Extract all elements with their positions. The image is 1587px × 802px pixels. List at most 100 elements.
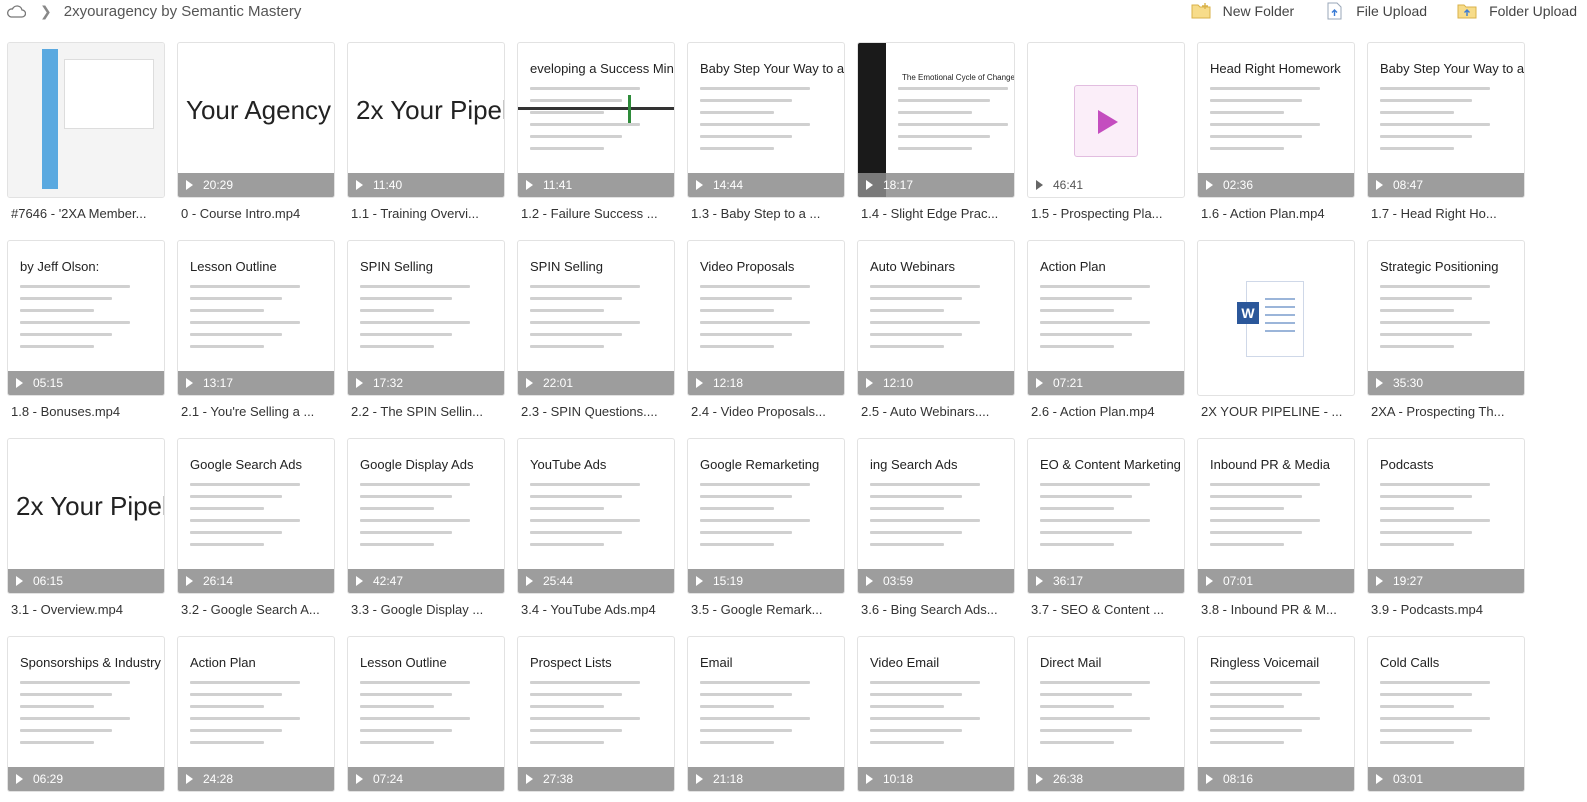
file-name[interactable]: 2.5 - Auto Webinars.... bbox=[861, 404, 1013, 419]
file-tile[interactable]: Email 21:18 bbox=[687, 636, 845, 802]
file-name[interactable]: 1.8 - Bonuses.mp4 bbox=[11, 404, 163, 419]
file-name[interactable]: 0 - Course Intro.mp4 bbox=[181, 206, 333, 221]
file-name[interactable]: #7646 - '2XA Member... bbox=[11, 206, 163, 221]
file-name[interactable]: 3.3 - Google Display ... bbox=[351, 602, 503, 617]
file-name[interactable]: 3.1 - Overview.mp4 bbox=[11, 602, 163, 617]
file-thumbnail[interactable]: Sponsorships & Industry P 06:29 bbox=[7, 636, 165, 792]
file-name[interactable]: 2.2 - The SPIN Sellin... bbox=[351, 404, 503, 419]
file-tile[interactable]: Action Plan 24:28 bbox=[177, 636, 335, 802]
file-thumbnail[interactable]: Google Search Ads 26:14 bbox=[177, 438, 335, 594]
file-tile[interactable]: Baby Step Your Way to a Quantu 14:44 1.3 -… bbox=[687, 42, 845, 228]
file-tile[interactable]: Cold Calls 03:01 bbox=[1367, 636, 1525, 802]
file-name[interactable]: 2.6 - Action Plan.mp4 bbox=[1031, 404, 1183, 419]
file-tile[interactable]: Google Search Ads 26:14 3.2 - Google Searc… bbox=[177, 438, 335, 624]
file-tile[interactable]: SPIN Selling 17:32 2.2 - The SPIN Sellin..… bbox=[347, 240, 505, 426]
file-thumbnail[interactable]: Video Email 10:18 bbox=[857, 636, 1015, 792]
file-name[interactable]: 2XA - Prospecting Th... bbox=[1371, 404, 1523, 419]
file-thumbnail[interactable]: EO & Content Marketing 36:17 bbox=[1027, 438, 1185, 594]
file-thumbnail[interactable]: Auto Webinars 12:10 bbox=[857, 240, 1015, 396]
file-thumbnail[interactable]: Google Remarketing 15:19 bbox=[687, 438, 845, 594]
file-tile[interactable]: #7646 - '2XA Member... bbox=[7, 42, 165, 228]
file-tile[interactable]: Prospect Lists 27:38 bbox=[517, 636, 675, 802]
file-tile[interactable]: SPIN Selling 22:01 2.3 - SPIN Questions...… bbox=[517, 240, 675, 426]
file-thumbnail[interactable] bbox=[7, 42, 165, 198]
file-name[interactable]: 2.3 - SPIN Questions.... bbox=[521, 404, 673, 419]
file-tile[interactable]: Video Email 10:18 bbox=[857, 636, 1015, 802]
file-thumbnail[interactable]: 46:41 bbox=[1027, 42, 1185, 198]
file-thumbnail[interactable]: YouTube Ads 25:44 bbox=[517, 438, 675, 594]
file-thumbnail[interactable]: by Jeff Olson: 05:15 bbox=[7, 240, 165, 396]
file-name[interactable]: 1.6 - Action Plan.mp4 bbox=[1201, 206, 1353, 221]
file-tile[interactable]: The Emotional Cycle of Change 18:17 1.4 - … bbox=[857, 42, 1015, 228]
file-thumbnail[interactable]: Direct Mail 26:38 bbox=[1027, 636, 1185, 792]
file-tile[interactable]: 2x Your Pipeline 06:15 3.1 - Overview.mp4 bbox=[7, 438, 165, 624]
file-tile[interactable]: Your Agency 20:29 0 - Course Intro.mp4 bbox=[177, 42, 335, 228]
file-tile[interactable]: Strategic Positioning 35:30 2XA - Prospect… bbox=[1367, 240, 1525, 426]
file-tile[interactable]: Ringless Voicemail 08:16 bbox=[1197, 636, 1355, 802]
file-tile[interactable]: Video Proposals 12:18 2.4 - Video Proposal… bbox=[687, 240, 845, 426]
file-tile[interactable]: Direct Mail 26:38 bbox=[1027, 636, 1185, 802]
file-thumbnail[interactable]: Video Proposals 12:18 bbox=[687, 240, 845, 396]
file-name[interactable]: 3.2 - Google Search A... bbox=[181, 602, 333, 617]
file-tile[interactable]: YouTube Ads 25:44 3.4 - YouTube Ads.mp4 bbox=[517, 438, 675, 624]
file-tile[interactable]: Action Plan 07:21 2.6 - Action Plan.mp4 bbox=[1027, 240, 1185, 426]
file-thumbnail[interactable]: W bbox=[1197, 240, 1355, 396]
file-thumbnail[interactable]: Inbound PR & Media 07:01 bbox=[1197, 438, 1355, 594]
file-thumbnail[interactable]: Action Plan 24:28 bbox=[177, 636, 335, 792]
file-name[interactable]: 1.4 - Slight Edge Prac... bbox=[861, 206, 1013, 221]
folder-upload-button[interactable]: Folder Upload bbox=[1457, 2, 1577, 20]
file-tile[interactable]: by Jeff Olson: 05:15 1.8 - Bonuses.mp4 bbox=[7, 240, 165, 426]
file-thumbnail[interactable]: SPIN Selling 22:01 bbox=[517, 240, 675, 396]
file-name[interactable]: 2.1 - You're Selling a ... bbox=[181, 404, 333, 419]
file-thumbnail[interactable]: eveloping a Success Mindset 11:41 bbox=[517, 42, 675, 198]
file-name[interactable]: 3.9 - Podcasts.mp4 bbox=[1371, 602, 1523, 617]
file-name[interactable]: 1.3 - Baby Step to a ... bbox=[691, 206, 843, 221]
file-name[interactable]: 1.7 - Head Right Ho... bbox=[1371, 206, 1523, 221]
breadcrumb-current-folder[interactable]: 2xyouragency by Semantic Mastery bbox=[64, 3, 302, 20]
file-tile[interactable]: Head Right Homework 02:36 1.6 - Action Pla… bbox=[1197, 42, 1355, 228]
file-thumbnail[interactable]: Lesson Outline 13:17 bbox=[177, 240, 335, 396]
file-tile[interactable]: Google Display Ads 42:47 3.3 - Google Disp… bbox=[347, 438, 505, 624]
file-thumbnail[interactable]: Action Plan 07:21 bbox=[1027, 240, 1185, 396]
file-thumbnail[interactable]: 2x Your Pipeline 06:15 bbox=[7, 438, 165, 594]
file-tile[interactable]: W 2X YOUR PIPELINE - ... bbox=[1197, 240, 1355, 426]
file-name[interactable]: 1.5 - Prospecting Pla... bbox=[1031, 206, 1183, 221]
file-tile[interactable]: EO & Content Marketing 36:17 3.7 - SEO & C… bbox=[1027, 438, 1185, 624]
file-thumbnail[interactable]: Head Right Homework 02:36 bbox=[1197, 42, 1355, 198]
file-thumbnail[interactable]: Ringless Voicemail 08:16 bbox=[1197, 636, 1355, 792]
file-thumbnail[interactable]: Lesson Outline 07:24 bbox=[347, 636, 505, 792]
file-thumbnail[interactable]: Podcasts 19:27 bbox=[1367, 438, 1525, 594]
file-upload-button[interactable]: File Upload bbox=[1324, 2, 1427, 20]
file-tile[interactable]: Baby Step Your Way to a Quantu 08:47 1.7 -… bbox=[1367, 42, 1525, 228]
file-tile[interactable]: Lesson Outline 13:17 2.1 - You're Selling … bbox=[177, 240, 335, 426]
file-thumbnail[interactable]: Google Display Ads 42:47 bbox=[347, 438, 505, 594]
file-name[interactable]: 2.4 - Video Proposals... bbox=[691, 404, 843, 419]
file-thumbnail[interactable]: ing Search Ads 03:59 bbox=[857, 438, 1015, 594]
file-name[interactable]: 3.4 - YouTube Ads.mp4 bbox=[521, 602, 673, 617]
file-thumbnail[interactable]: SPIN Selling 17:32 bbox=[347, 240, 505, 396]
file-tile[interactable]: 46:41 1.5 - Prospecting Pla... bbox=[1027, 42, 1185, 228]
cloud-icon[interactable] bbox=[6, 4, 26, 18]
file-thumbnail[interactable]: Cold Calls 03:01 bbox=[1367, 636, 1525, 792]
file-thumbnail[interactable]: Baby Step Your Way to a Quantu 14:44 bbox=[687, 42, 845, 198]
file-thumbnail[interactable]: Baby Step Your Way to a Quantu 08:47 bbox=[1367, 42, 1525, 198]
file-tile[interactable]: Lesson Outline 07:24 bbox=[347, 636, 505, 802]
file-tile[interactable]: eveloping a Success Mindset 11:41 1.2 - Fa… bbox=[517, 42, 675, 228]
file-tile[interactable]: 2x Your Pipelin 11:40 1.1 - Training Overv… bbox=[347, 42, 505, 228]
file-name[interactable]: 3.7 - SEO & Content ... bbox=[1031, 602, 1183, 617]
file-thumbnail[interactable]: Email 21:18 bbox=[687, 636, 845, 792]
file-name[interactable]: 3.5 - Google Remark... bbox=[691, 602, 843, 617]
file-thumbnail[interactable]: Prospect Lists 27:38 bbox=[517, 636, 675, 792]
file-thumbnail[interactable]: 2x Your Pipelin 11:40 bbox=[347, 42, 505, 198]
file-tile[interactable]: ing Search Ads 03:59 3.6 - Bing Search Ads… bbox=[857, 438, 1015, 624]
file-thumbnail[interactable]: Strategic Positioning 35:30 bbox=[1367, 240, 1525, 396]
file-tile[interactable]: Sponsorships & Industry P 06:29 bbox=[7, 636, 165, 802]
file-tile[interactable]: Google Remarketing 15:19 3.5 - Google Rema… bbox=[687, 438, 845, 624]
file-name[interactable]: 1.1 - Training Overvi... bbox=[351, 206, 503, 221]
file-thumbnail[interactable]: The Emotional Cycle of Change 18:17 bbox=[857, 42, 1015, 198]
new-folder-button[interactable]: New Folder bbox=[1191, 2, 1294, 20]
file-name[interactable]: 2X YOUR PIPELINE - ... bbox=[1201, 404, 1353, 419]
file-name[interactable]: 1.2 - Failure Success ... bbox=[521, 206, 673, 221]
file-tile[interactable]: Inbound PR & Media 07:01 3.8 - Inbound PR … bbox=[1197, 438, 1355, 624]
file-tile[interactable]: Auto Webinars 12:10 2.5 - Auto Webinars...… bbox=[857, 240, 1015, 426]
